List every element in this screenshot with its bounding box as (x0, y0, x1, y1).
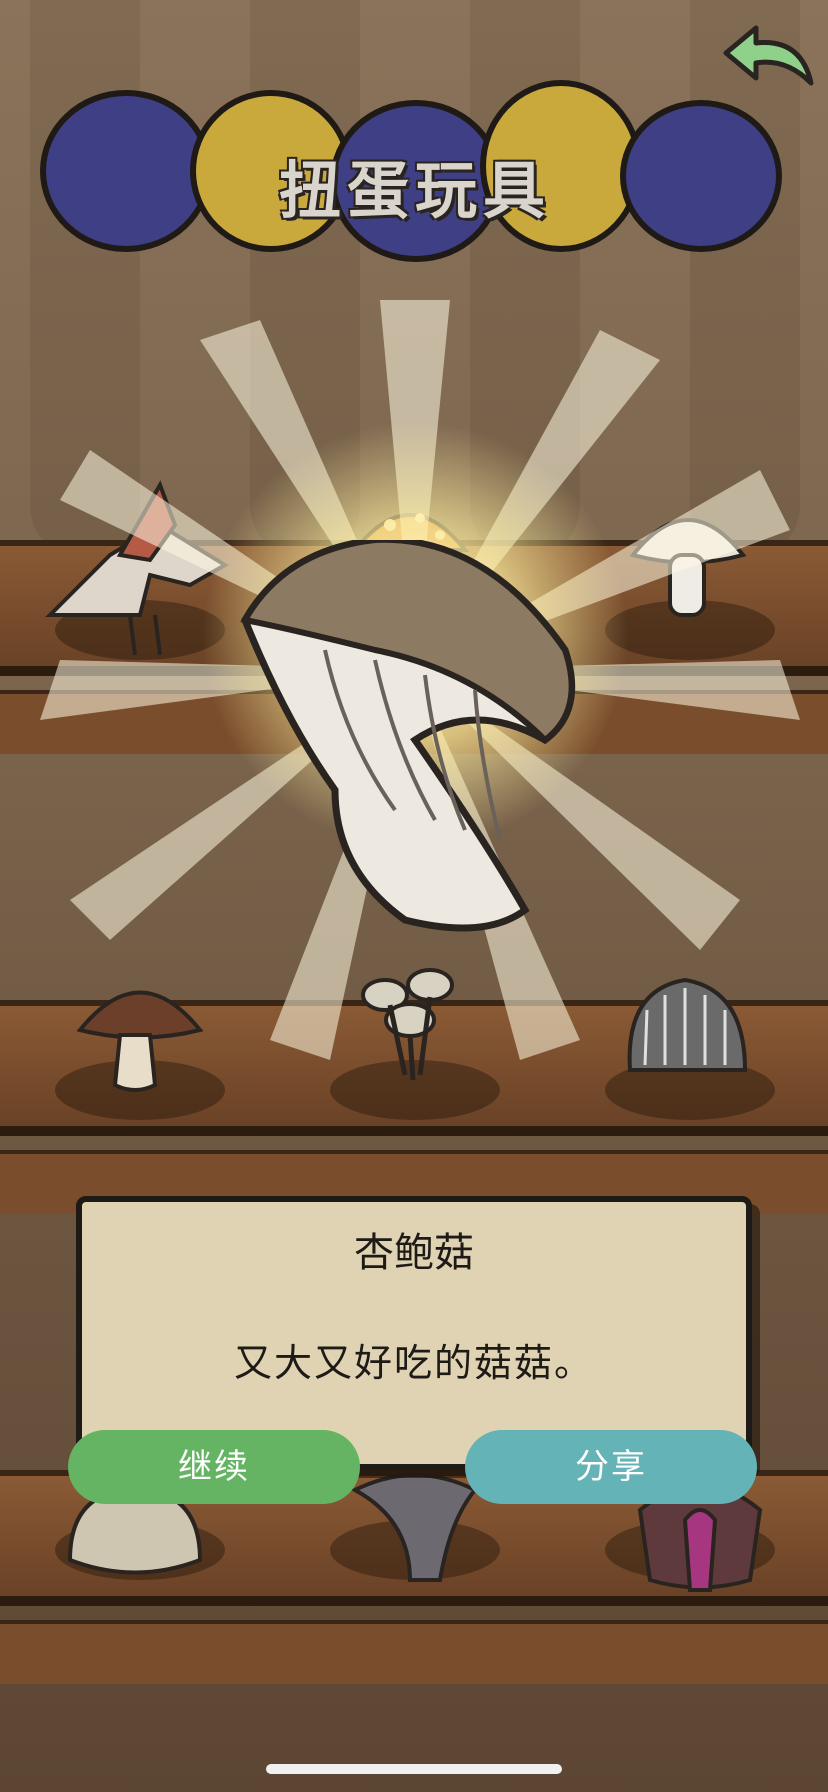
back-arrow-icon[interactable] (716, 18, 816, 98)
home-indicator[interactable] (266, 1764, 562, 1774)
shelf-board (0, 1620, 828, 1684)
reward-description: 又大又好吃的菇菇。 (233, 1341, 594, 1385)
oyster-mushroom[interactable] (350, 1470, 480, 1590)
continue-button[interactable]: 继续 (68, 1430, 360, 1504)
reward-mushroom-icon (240, 540, 576, 932)
reward-card: 杏鲍菇 又大又好吃的菇菇。 (76, 1196, 752, 1470)
share-button[interactable]: 分享 (465, 1430, 757, 1504)
page-title: 扭蛋玩具 (278, 154, 551, 227)
game-background: 扭蛋玩具 杏鲍菇 又大又好吃的菇菇。 继续 分享 (0, 0, 828, 1792)
reward-name: 杏鲍菇 (354, 1230, 474, 1276)
title-banner: 扭蛋玩具 (40, 80, 790, 270)
